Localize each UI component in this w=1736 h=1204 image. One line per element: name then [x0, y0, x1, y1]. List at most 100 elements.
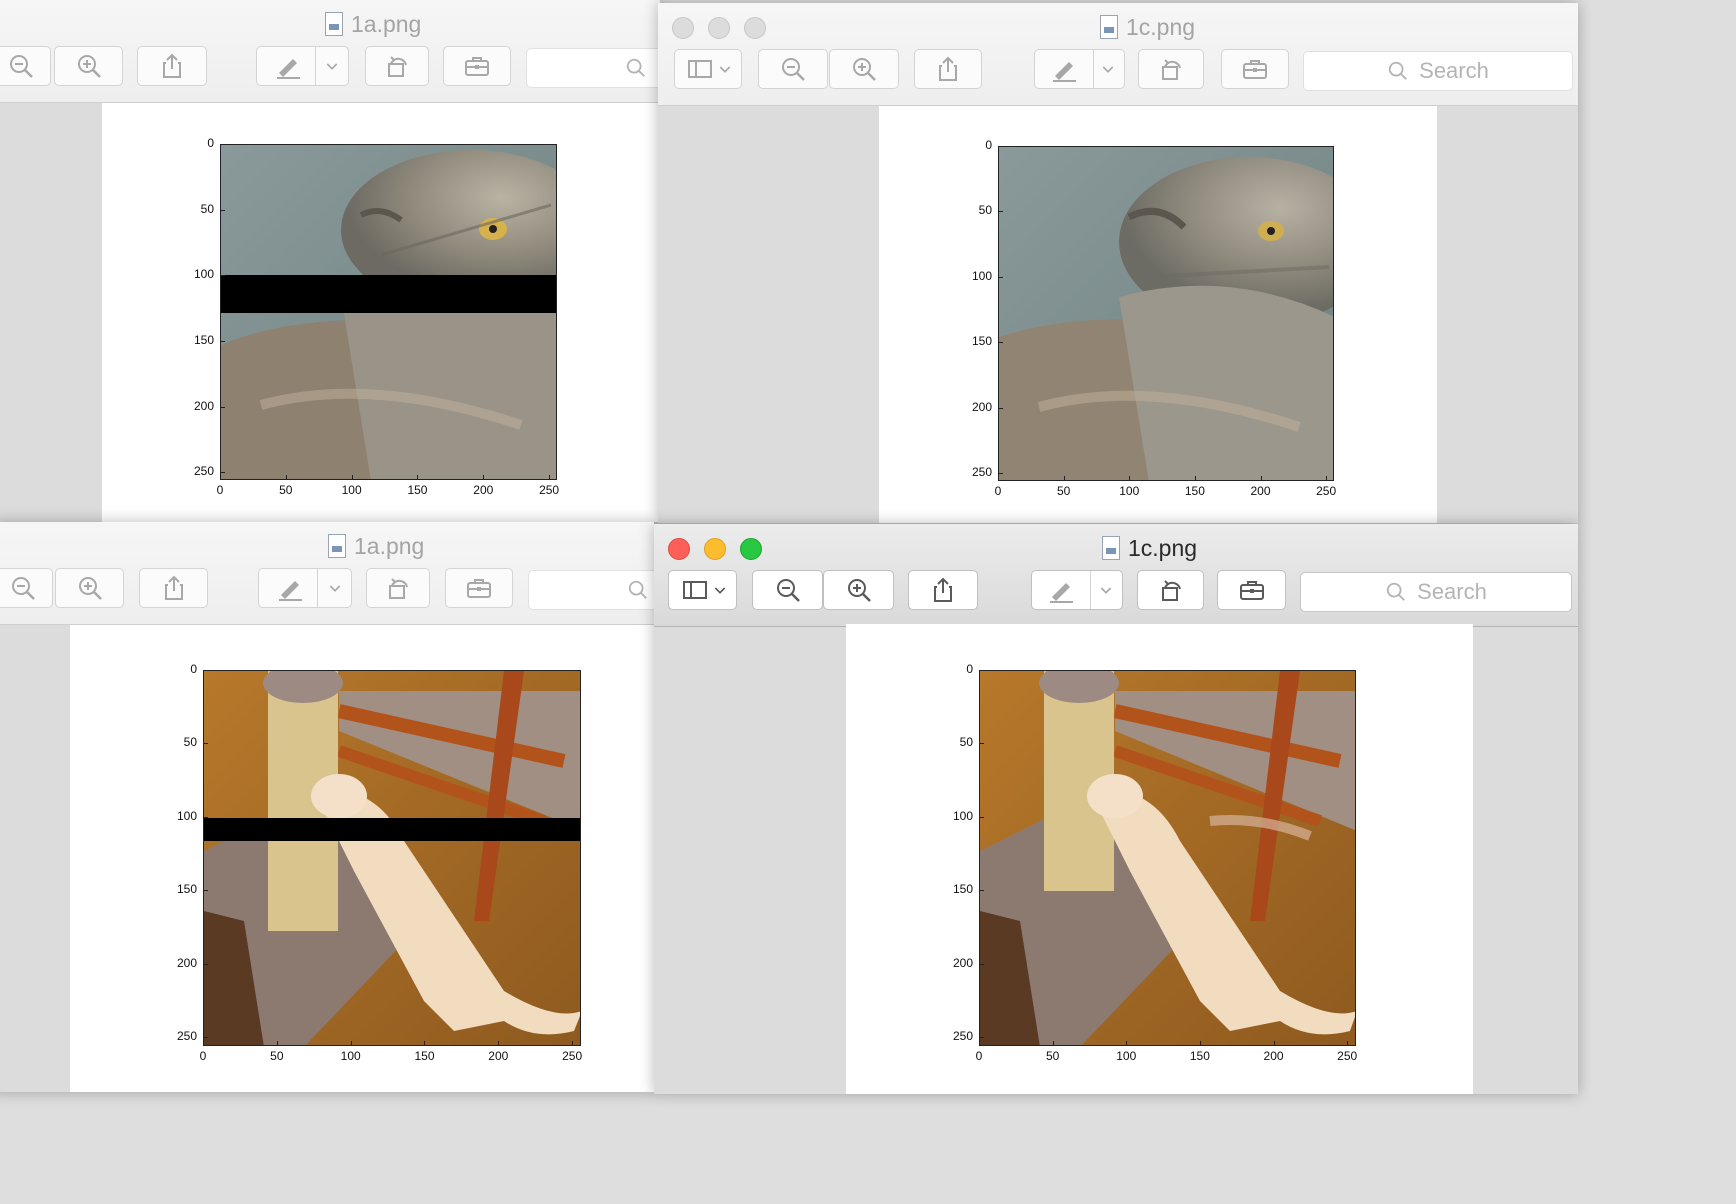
window-title: 1c.png	[1102, 532, 1197, 564]
x-tick-mark	[549, 475, 551, 480]
y-tick-mark	[220, 275, 225, 277]
y-tick-label: 200	[971, 399, 992, 414]
rotate-button[interactable]	[1137, 570, 1204, 610]
toolbox-button[interactable]	[445, 568, 513, 608]
x-tick-mark	[1347, 1041, 1349, 1046]
share-button[interactable]	[137, 46, 207, 86]
x-tick-label: 0	[975, 1049, 983, 1063]
y-tick-mark	[998, 146, 1003, 147]
y-tick-label: 150	[193, 332, 214, 347]
markup-button[interactable]	[1034, 49, 1125, 89]
y-tick-mark	[979, 963, 984, 965]
sidebar-button[interactable]	[668, 570, 737, 610]
minimize-button[interactable]	[704, 538, 726, 560]
window-title-text: 1c.png	[1126, 13, 1196, 40]
zoom-in-button[interactable]	[823, 570, 894, 610]
zoom-out-button[interactable]	[0, 568, 53, 608]
share-icon	[934, 577, 952, 602]
plot-image	[998, 146, 1334, 481]
share-button[interactable]	[908, 570, 978, 610]
search-field[interactable]: Search	[1300, 572, 1572, 612]
zoom-in-icon	[78, 577, 102, 600]
x-tick-mark	[498, 1041, 500, 1046]
x-tick-mark	[1273, 1041, 1275, 1046]
x-tick-mark	[1126, 1041, 1128, 1046]
search-field[interactable]	[526, 48, 660, 88]
y-tick-label: 200	[193, 398, 214, 413]
y-tick-mark	[979, 1037, 984, 1039]
y-tick-label: 0	[190, 662, 197, 676]
x-tick-label: 150	[1184, 484, 1205, 498]
x-tick-label: 250	[562, 1049, 583, 1063]
toolbox-button[interactable]	[1221, 49, 1289, 89]
markup-button[interactable]	[256, 46, 349, 86]
rotate-icon	[388, 56, 407, 77]
x-tick-label: 50	[279, 483, 293, 497]
toolbox-button[interactable]	[1217, 570, 1286, 610]
close-button[interactable]	[672, 17, 694, 39]
share-icon	[163, 53, 181, 78]
markup-button[interactable]	[258, 568, 352, 608]
x-tick-mark	[979, 1041, 980, 1046]
zoom-out-button[interactable]	[0, 46, 51, 86]
close-button[interactable]	[668, 538, 690, 560]
titlebar: 1a.png	[0, 0, 660, 103]
zoom-button[interactable]	[740, 538, 762, 560]
x-tick-label: 50	[1056, 484, 1071, 498]
y-tick-mark	[220, 472, 225, 474]
y-tick-label: 200	[176, 955, 197, 970]
x-tick-mark	[483, 475, 485, 480]
divider	[315, 47, 316, 85]
sidebar-button[interactable]	[674, 49, 742, 89]
zoom-out-icon	[782, 58, 805, 81]
share-button[interactable]	[139, 568, 208, 608]
y-tick-label: 250	[952, 1029, 973, 1044]
titlebar: 1c.png Search	[658, 3, 1578, 106]
toolbox-button[interactable]	[443, 46, 511, 86]
y-tick-label: 50	[978, 203, 992, 218]
window-title-text: 1c.png	[1128, 534, 1198, 561]
zoom-in-button[interactable]	[54, 46, 123, 86]
y-tick-label: 100	[176, 808, 197, 823]
share-button[interactable]	[914, 49, 982, 89]
zoom-out-button[interactable]	[758, 49, 828, 89]
y-tick-mark	[998, 211, 1003, 213]
y-tick-mark	[203, 963, 208, 965]
x-tick-label: 250	[1316, 484, 1337, 498]
zoom-in-button[interactable]	[55, 568, 124, 608]
search-field[interactable]	[528, 570, 654, 610]
x-tick-label: 100	[340, 1049, 361, 1063]
document-page: 0 50 100 150 200 250 0 50 100 150 200 250	[102, 103, 660, 522]
y-tick-mark	[203, 890, 208, 892]
y-tick-mark	[979, 816, 984, 818]
x-tick-label: 200	[488, 1049, 509, 1063]
plot-image	[979, 670, 1356, 1046]
rotate-button[interactable]	[365, 46, 429, 86]
image-plot: 0 50 100 150 200 250 0 50 100 150 200 250	[102, 103, 660, 522]
zoom-button[interactable]	[744, 17, 766, 39]
minimize-button[interactable]	[708, 17, 730, 39]
y-tick-mark	[979, 890, 984, 892]
x-tick-mark	[203, 1041, 204, 1046]
markup-button[interactable]	[1031, 570, 1123, 610]
search-field[interactable]: Search	[1303, 51, 1573, 91]
document-page: 0 50 100 150 200 250 0 50 100 150 200 250	[846, 624, 1473, 1094]
document-icon	[325, 12, 343, 36]
x-tick-label: 100	[1116, 1049, 1137, 1063]
zoom-out-button[interactable]	[752, 570, 823, 610]
y-tick-mark	[998, 473, 1003, 475]
chevron-down-icon	[326, 63, 338, 70]
y-tick-label: 150	[952, 882, 973, 897]
y-tick-mark	[979, 670, 984, 671]
chevron-down-icon	[714, 587, 726, 594]
window-title: 1c.png	[1100, 11, 1195, 43]
rotate-button[interactable]	[366, 568, 430, 608]
x-tick-label: 200	[473, 483, 494, 497]
image-plot: 0 50 100 150 200 250 0 50 100 150 200 250	[846, 624, 1473, 1094]
chevron-down-icon	[719, 66, 731, 73]
rotate-button[interactable]	[1138, 49, 1204, 89]
zoom-in-button[interactable]	[829, 49, 899, 89]
y-tick-mark	[203, 670, 208, 671]
y-tick-label: 0	[207, 136, 214, 150]
x-tick-mark	[1129, 476, 1131, 481]
